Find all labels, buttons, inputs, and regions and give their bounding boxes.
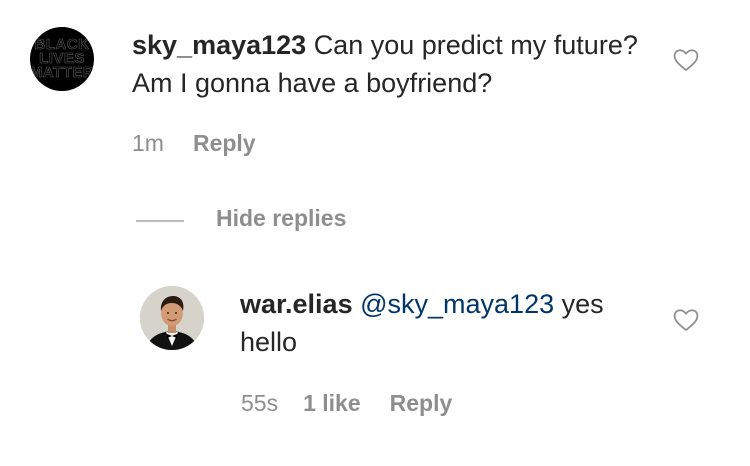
mention-link[interactable]: @sky_maya123 <box>360 289 554 319</box>
comment-username[interactable]: sky_maya123 <box>132 30 306 60</box>
reply-timestamp: 55s <box>241 390 279 416</box>
reply-meta: 55s 1 like Reply <box>241 390 452 417</box>
profile-photo <box>140 286 204 350</box>
comment-timestamp: 1m <box>132 130 164 156</box>
reply-button[interactable]: Reply <box>193 130 256 157</box>
comment-body: sky_maya123 Can you predict my future? A… <box>132 26 652 102</box>
reply-button[interactable]: Reply <box>390 390 453 417</box>
comment-meta: 1m Reply <box>132 130 256 157</box>
hide-replies-button[interactable]: Hide replies <box>216 205 346 232</box>
heart-outline-icon[interactable] <box>672 306 700 334</box>
hide-replies-divider <box>136 220 184 222</box>
avatar-sky-maya123[interactable]: BLACK LIVES MATTER <box>30 27 94 91</box>
heart-outline-icon[interactable] <box>672 46 700 74</box>
avatar-text-line: MATTER <box>30 64 94 81</box>
reply-username[interactable]: war.elias <box>240 289 353 319</box>
reply-body: war.elias @sky_maya123 yes hello <box>240 285 640 361</box>
avatar-war-elias[interactable] <box>140 286 204 350</box>
likes-count[interactable]: 1 like <box>303 390 361 417</box>
